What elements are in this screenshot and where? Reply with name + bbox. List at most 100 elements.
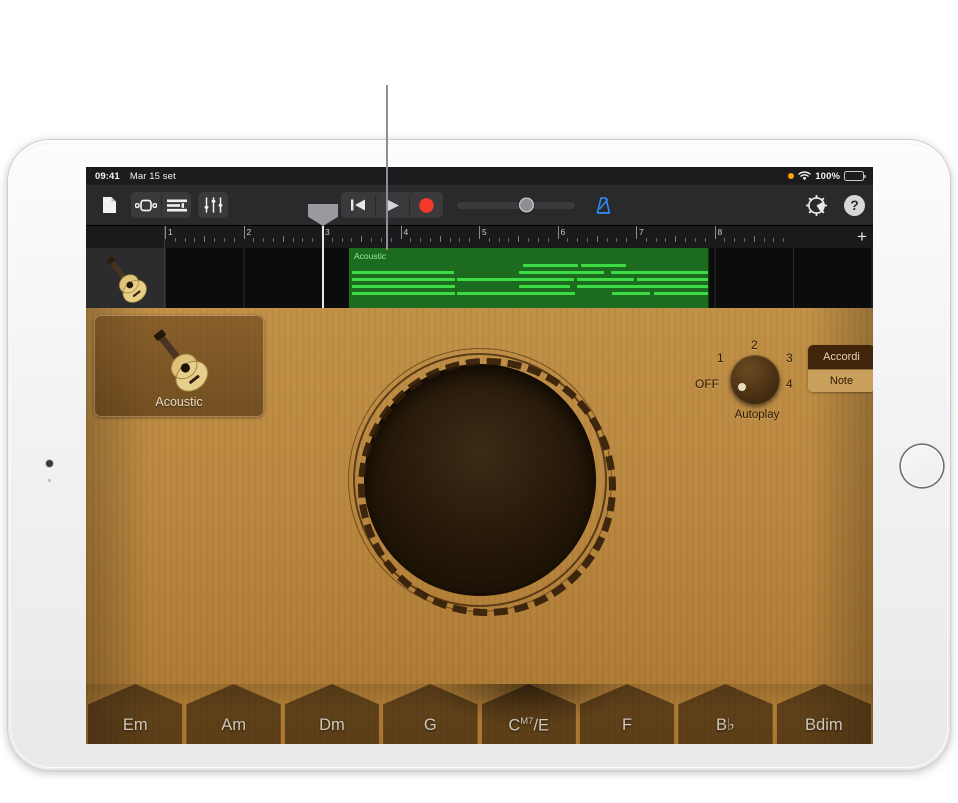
playhead[interactable] xyxy=(308,204,338,308)
microphone-icon xyxy=(48,479,51,482)
callout-pointer-line xyxy=(386,85,388,250)
help-button-label: ? xyxy=(850,197,859,213)
autoplay-position-4[interactable]: 4 xyxy=(786,377,793,391)
ruler-sub-tick xyxy=(724,238,726,242)
ruler-bar-number: 7 xyxy=(639,227,644,237)
timeline-ruler-row: 1 2 3 4 5 6 7 8 + xyxy=(86,226,873,248)
master-volume-slider[interactable] xyxy=(456,197,575,213)
ruler-sub-tick xyxy=(685,238,687,242)
timeline-ruler[interactable]: 1 2 3 4 5 6 7 8 xyxy=(165,226,851,248)
midi-note xyxy=(519,278,570,281)
chord-button-2[interactable]: Am xyxy=(186,684,281,744)
track-header-acoustic[interactable] xyxy=(86,248,165,308)
home-button[interactable] xyxy=(901,445,943,487)
ruler-sub-tick xyxy=(253,238,255,242)
autoplay-knob-indicator-icon xyxy=(738,383,746,391)
chords-mode-button[interactable]: Accordi xyxy=(808,345,873,369)
chord-label: Am xyxy=(221,716,246,734)
ruler-bar-tick xyxy=(400,226,402,239)
ruler-sub-tick xyxy=(312,238,314,242)
ruler-sub-tick xyxy=(459,238,461,242)
mic-in-use-indicator-icon xyxy=(788,173,795,179)
ruler-sub-tick xyxy=(616,238,618,242)
status-time: 09:41 xyxy=(95,170,120,182)
ipad-device: 09:41 Mar 15 set 100% ? 1 2 3 4 5 6 7 8 … xyxy=(8,140,950,770)
rewind-button[interactable] xyxy=(341,192,375,218)
status-right-cluster: 100% xyxy=(788,167,866,185)
ruler-sub-tick xyxy=(547,238,549,242)
ruler-sub-tick xyxy=(665,238,667,242)
ruler-bar-tick xyxy=(479,226,480,239)
midi-region-acoustic[interactable]: Acoustic xyxy=(349,248,709,308)
ruler-sub-tick xyxy=(704,238,706,242)
ruler-sub-tick xyxy=(282,236,284,242)
tracks-view-button[interactable] xyxy=(161,192,191,218)
ruler-sub-tick xyxy=(577,238,579,242)
ruler-sub-tick xyxy=(655,238,657,242)
help-button[interactable]: ? xyxy=(844,194,865,216)
chord-button-7[interactable]: B♭ xyxy=(678,684,773,744)
status-date: Mar 15 set xyxy=(129,170,176,182)
midi-note xyxy=(352,292,455,295)
view-toggle-group xyxy=(131,192,191,218)
chords-notes-switch[interactable]: Accordi Note xyxy=(808,345,873,392)
ruler-sub-tick xyxy=(292,238,294,242)
chord-button-3[interactable]: Dm xyxy=(284,684,380,744)
ruler-sub-tick xyxy=(429,238,431,242)
chord-label: B♭ xyxy=(716,716,735,734)
ruler-bar-tick xyxy=(165,226,166,239)
chord-button-5[interactable]: CM7/E xyxy=(481,684,576,744)
autoplay-position-off[interactable]: OFF xyxy=(695,377,719,391)
ruler-sub-tick xyxy=(331,238,333,242)
ruler-sub-tick xyxy=(763,238,765,242)
midi-note xyxy=(519,285,570,288)
chord-button-shape xyxy=(579,684,675,744)
ruler-sub-tick xyxy=(351,238,353,242)
track-lane-acoustic[interactable]: Acoustic xyxy=(165,248,873,308)
chord-label: CM7/E xyxy=(508,715,550,735)
midi-note xyxy=(519,271,604,274)
ruler-sub-tick xyxy=(272,238,274,242)
toolbar-right-group: ? xyxy=(801,185,865,225)
ruler-bar-tick xyxy=(636,226,637,239)
ruler-sub-tick xyxy=(586,238,588,242)
metronome-button[interactable] xyxy=(589,192,619,218)
settings-button[interactable] xyxy=(801,192,831,218)
volume-slider-knob[interactable] xyxy=(518,197,534,213)
ruler-sub-tick xyxy=(361,236,363,242)
ruler-bar-number: 8 xyxy=(717,227,723,237)
autoplay-control[interactable]: OFF 1 2 3 4 Autoplay xyxy=(695,333,817,429)
ruler-sub-tick xyxy=(508,238,510,242)
autoplay-knob[interactable] xyxy=(730,355,780,405)
acoustic-guitar-icon xyxy=(138,325,220,393)
ruler-sub-tick xyxy=(783,238,785,242)
play-button[interactable] xyxy=(374,192,409,218)
ruler-sub-tick xyxy=(380,238,382,242)
loop-browser-button[interactable] xyxy=(131,192,161,218)
chord-button-6[interactable]: F xyxy=(579,684,675,744)
chord-button-1[interactable]: Em xyxy=(88,684,183,744)
autoplay-position-2[interactable]: 2 xyxy=(751,338,758,352)
record-button[interactable] xyxy=(408,192,443,218)
autoplay-position-1[interactable]: 1 xyxy=(717,351,724,365)
ruler-bar-tick xyxy=(243,226,245,239)
ruler-sub-tick xyxy=(773,238,775,242)
ruler-sub-tick xyxy=(420,238,422,242)
ruler-sub-tick xyxy=(223,238,225,242)
autoplay-position-3[interactable]: 3 xyxy=(786,351,793,365)
acoustic-preset-tile[interactable]: Acoustic xyxy=(94,315,264,417)
chord-button-8[interactable]: Bdim xyxy=(776,684,871,744)
tracks-area: Acoustic xyxy=(86,204,873,308)
ruler-sub-tick xyxy=(694,238,696,242)
mixer-button[interactable] xyxy=(198,192,228,218)
add-track-button[interactable]: + xyxy=(851,226,873,248)
chord-strip: Em Am Dm G CM7/E F B♭ Bdim xyxy=(86,684,873,744)
toolbar-center-group xyxy=(340,185,619,225)
my-songs-button[interactable] xyxy=(94,192,124,218)
ruler-sub-tick xyxy=(371,238,373,242)
ruler-sub-tick xyxy=(439,236,441,242)
chord-label: Dm xyxy=(319,716,345,734)
chord-button-4[interactable]: G xyxy=(383,684,478,744)
ruler-sub-tick xyxy=(184,238,186,242)
notes-mode-button[interactable]: Note xyxy=(808,368,873,392)
